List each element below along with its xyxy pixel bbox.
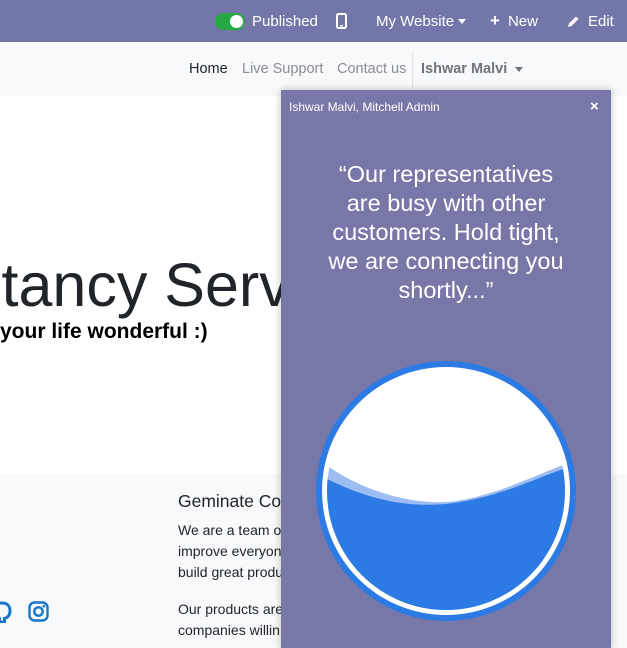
waiting-message: “Our representatives are busy with other…: [301, 160, 591, 305]
my-website-label: My Website: [376, 12, 455, 30]
github-link[interactable]: [0, 601, 12, 628]
waiting-message-line: we are connecting you: [328, 248, 564, 274]
instagram-icon: [28, 601, 49, 622]
publish-toggle[interactable]: Published: [215, 0, 318, 42]
nav-link-live-support[interactable]: Live Support: [242, 61, 323, 77]
admin-top-bar: Published My Website + New Edit: [0, 0, 627, 42]
chevron-down-icon: [458, 18, 467, 24]
footer-text-line: companies willin: [178, 622, 280, 638]
waiting-message-line: shortly...”: [398, 277, 494, 303]
pencil-icon: [568, 16, 579, 27]
close-icon[interactable]: ×: [590, 98, 599, 115]
mobile-preview-button[interactable]: [336, 0, 347, 42]
chevron-down-icon: [515, 66, 524, 72]
footer-text-line: build great produ: [178, 564, 284, 580]
footer-text-line: We are a team o: [178, 522, 282, 538]
waiting-message-line: “Our representatives: [338, 161, 554, 187]
waiting-message-line: are busy with other: [346, 190, 546, 216]
livechat-window: Ishwar Malvi, Mitchell Admin × “Our repr…: [281, 90, 611, 648]
water-fill-loader-icon: [316, 361, 576, 621]
hero-subtitle: your life wonderful :): [0, 320, 208, 343]
edit-button[interactable]: Edit: [567, 0, 614, 42]
my-website-dropdown[interactable]: My Website: [376, 0, 467, 42]
toggle-switch-icon: [215, 12, 245, 30]
instagram-link[interactable]: [28, 601, 49, 627]
nav-link-home[interactable]: Home: [189, 61, 228, 77]
nav-link-contact-us[interactable]: Contact us: [337, 61, 406, 77]
edit-label: Edit: [588, 12, 614, 30]
footer-text-line: improve everyon: [178, 543, 282, 559]
github-icon: [0, 601, 12, 624]
footer-text-line: Our products are: [178, 601, 284, 617]
hero-title: ltancy Serv: [0, 251, 290, 319]
new-button[interactable]: + New: [490, 0, 538, 42]
plus-icon: +: [490, 11, 500, 30]
footer-company-title: Geminate Co: [178, 491, 282, 511]
user-name: Ishwar Malvi: [421, 61, 508, 77]
waiting-message-line: customers. Hold tight,: [332, 219, 560, 245]
nav-divider: [412, 52, 413, 88]
new-label: New: [507, 12, 538, 30]
livechat-header: Ishwar Malvi, Mitchell Admin ×: [281, 90, 611, 124]
livechat-participants: Ishwar Malvi, Mitchell Admin: [289, 100, 440, 114]
user-menu-dropdown[interactable]: Ishwar Malvi: [421, 61, 524, 77]
mobile-phone-icon: [336, 13, 347, 29]
published-label: Published: [252, 12, 318, 30]
